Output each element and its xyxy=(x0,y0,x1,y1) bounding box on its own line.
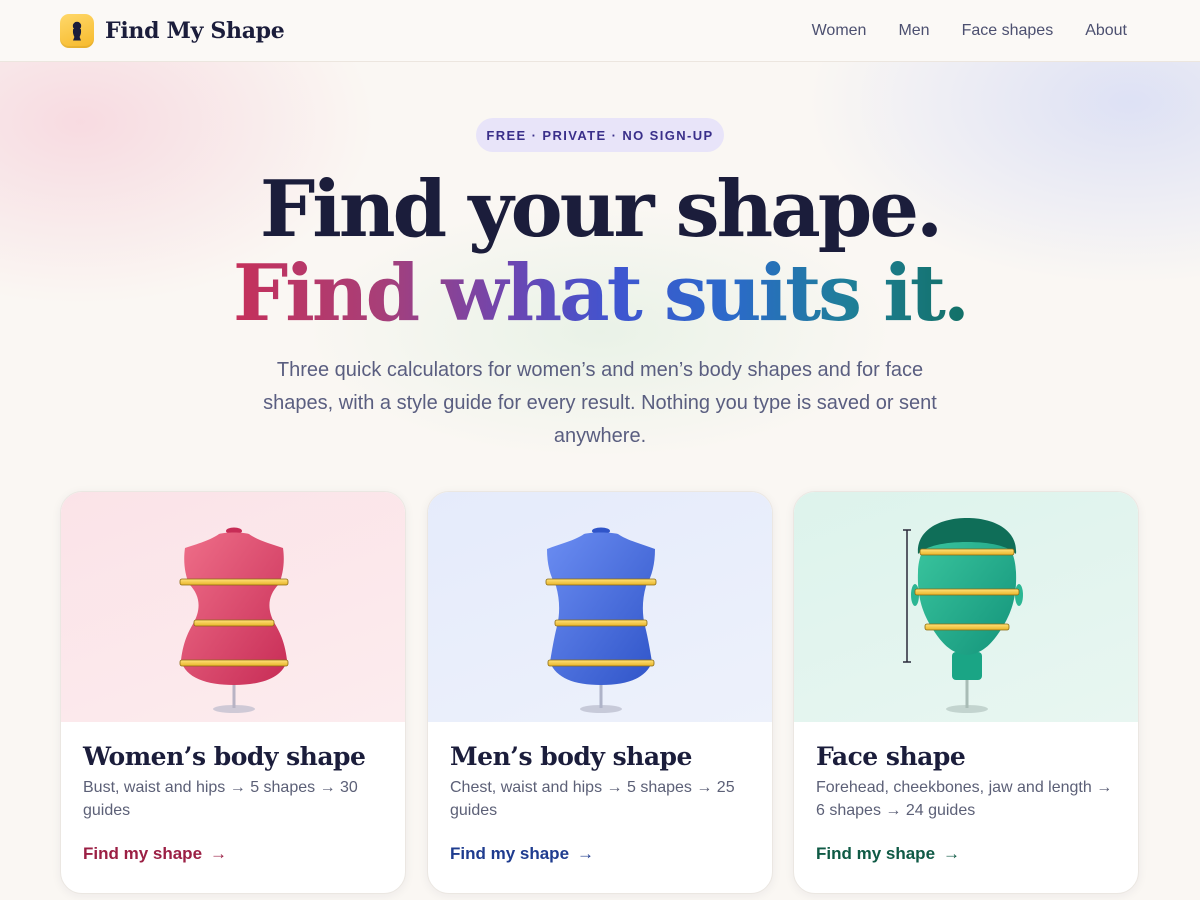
arrow-right-icon: → xyxy=(943,844,961,863)
nav-link-women[interactable]: Women xyxy=(812,22,867,40)
hourglass-dress-form-icon xyxy=(179,527,289,713)
find-my-shape-women-link[interactable]: Find my shape → xyxy=(83,844,227,864)
card-description: Bust, waist and hips → 5 shapes → 30 gui… xyxy=(83,779,358,819)
hero-title-line2-text: Find what suits it. xyxy=(232,248,970,339)
top-navigation-bar: Find My Shape Women Men Face shapes Abou… xyxy=(0,0,1200,62)
main-nav: Women Men Face shapes About xyxy=(812,0,1127,62)
card-description: Forehead, cheekbones, jaw and length → 6… xyxy=(816,779,1113,819)
cta-label: Find my shape xyxy=(450,844,570,863)
card-art-men xyxy=(428,492,772,722)
card-title: Women’s body shape xyxy=(83,742,366,771)
cta-label: Find my shape xyxy=(816,844,936,863)
card-title: Face shape xyxy=(816,742,966,771)
arrow-right-icon: → xyxy=(210,844,228,863)
brand-name: Find My Shape xyxy=(105,18,285,44)
hero-title-line2: Find what suits it. xyxy=(0,252,1200,336)
card-mens-body-shape[interactable]: Men’s body shape Chest, waist and hips →… xyxy=(427,491,773,894)
card-womens-body-shape[interactable]: Women’s body shape Bust, waist and hips … xyxy=(60,491,406,894)
cta-label: Find my shape xyxy=(83,844,203,863)
hero-lede: Three quick calculators for women’s and … xyxy=(263,359,937,447)
card-title: Men’s body shape xyxy=(450,742,692,771)
card-description: Chest, waist and hips → 5 shapes → 25 gu… xyxy=(450,779,735,819)
keyhole-silhouette-icon xyxy=(60,14,94,48)
nav-link-about[interactable]: About xyxy=(1085,22,1127,40)
find-my-shape-face-link[interactable]: Find my shape → xyxy=(816,844,960,864)
card-art-face xyxy=(794,492,1138,722)
brand-home-link[interactable]: Find My Shape xyxy=(60,13,285,49)
hero-badge: FREE · PRIVATE · NO SIGN-UP xyxy=(476,118,724,152)
card-face-shape[interactable]: Face shape Forehead, cheekbones, jaw and… xyxy=(793,491,1139,894)
straight-dress-form-icon xyxy=(545,527,657,713)
arrow-right-icon: → xyxy=(577,844,595,863)
head-measure-icon xyxy=(903,518,1023,713)
nav-link-face-shapes[interactable]: Face shapes xyxy=(962,22,1054,40)
card-art-women xyxy=(61,492,405,722)
find-my-shape-men-link[interactable]: Find my shape → xyxy=(450,844,594,864)
hero-title-line1: Find your shape. xyxy=(259,164,943,255)
nav-link-men[interactable]: Men xyxy=(898,22,929,40)
